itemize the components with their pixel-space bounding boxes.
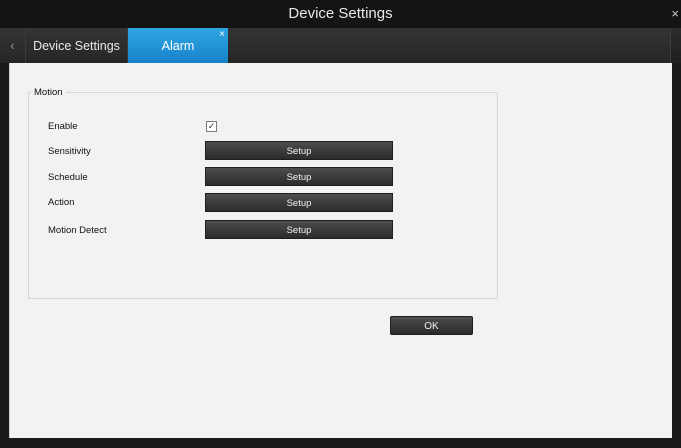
close-tab-icon[interactable]: ×: [219, 28, 225, 42]
close-window-icon[interactable]: ×: [671, 0, 679, 28]
motion-detect-setup-button[interactable]: Setup: [205, 220, 393, 239]
enable-checkbox[interactable]: ✓: [206, 121, 217, 132]
motion-group-title: Motion: [34, 87, 63, 98]
tab-device-settings[interactable]: Device Settings: [26, 28, 128, 63]
schedule-label: Schedule: [48, 172, 88, 183]
right-frame: [672, 63, 681, 438]
ok-button[interactable]: OK: [390, 316, 473, 335]
schedule-setup-button[interactable]: Setup: [205, 167, 393, 186]
window-title: Device Settings: [288, 5, 393, 22]
title-bar: Device Settings ×: [0, 0, 681, 28]
tab-alarm[interactable]: Alarm ×: [128, 28, 228, 63]
motion-detect-label: Motion Detect: [48, 225, 107, 236]
sensitivity-label: Sensitivity: [48, 146, 91, 157]
tabbar-right-edge: [670, 28, 681, 63]
settings-panel: Motion Enable ✓ Sensitivity Setup Schedu…: [9, 63, 672, 438]
action-label: Action: [48, 197, 75, 208]
tab-label: Alarm: [161, 39, 195, 53]
tab-label: Device Settings: [33, 39, 120, 53]
action-setup-button[interactable]: Setup: [205, 193, 393, 212]
left-frame: [0, 63, 9, 438]
bottom-bar: [0, 438, 681, 448]
sensitivity-setup-button[interactable]: Setup: [205, 141, 393, 160]
chevron-left-icon[interactable]: ‹: [0, 28, 26, 63]
enable-label: Enable: [48, 121, 78, 132]
tab-bar: ‹ Device Settings Alarm ×: [0, 28, 681, 63]
